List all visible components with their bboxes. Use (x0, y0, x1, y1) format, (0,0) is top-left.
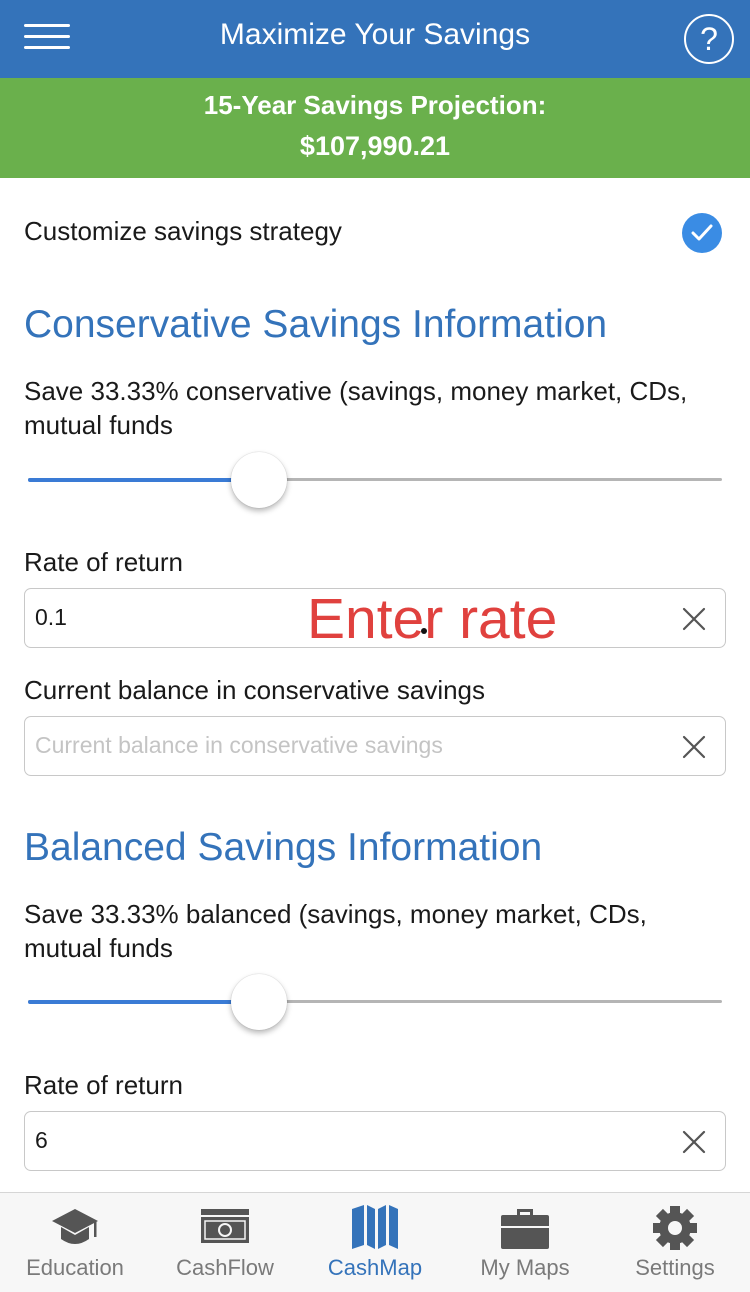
projection-banner: 15-Year Savings Projection: $107,990.21 (0, 78, 750, 178)
conservative-slider[interactable] (28, 450, 722, 510)
conservative-rate-label: Rate of return (24, 547, 183, 577)
slider-thumb[interactable] (231, 974, 287, 1030)
checkmark-icon[interactable] (682, 213, 722, 253)
enter-rate-annotation: Enter rate (307, 587, 558, 651)
app-header: Maximize Your Savings ? (0, 0, 750, 78)
balanced-rate-input[interactable] (35, 1112, 655, 1169)
customize-strategy-label: Customize savings strategy (24, 216, 342, 246)
balanced-section-title: Balanced Savings Information (24, 826, 543, 869)
projection-label: 15-Year Savings Projection: (203, 90, 547, 120)
tab-education[interactable]: Education (0, 1193, 150, 1292)
balanced-slider[interactable] (28, 972, 722, 1032)
tab-settings[interactable]: Settings (600, 1193, 750, 1292)
conservative-balance-field[interactable] (24, 716, 726, 776)
banknote-icon (201, 1209, 249, 1243)
bottom-tab-bar: Education CashFlow CashMap My Maps Setti… (0, 1192, 750, 1292)
graduation-cap-icon (52, 1209, 98, 1244)
gear-icon (653, 1206, 697, 1250)
slider-fill (28, 1000, 259, 1004)
tab-my-maps[interactable]: My Maps (450, 1193, 600, 1292)
tab-cashmap[interactable]: CashMap (300, 1193, 450, 1292)
briefcase-icon (501, 1209, 549, 1249)
clear-icon[interactable] (681, 606, 707, 632)
conservative-description: Save 33.33% conservative (savings, money… (24, 376, 688, 440)
customize-strategy-row[interactable]: Customize savings strategy (24, 212, 726, 253)
clear-icon[interactable] (681, 734, 707, 760)
map-icon (352, 1205, 398, 1249)
slider-fill (28, 478, 259, 482)
conservative-balance-label: Current balance in conservative savings (24, 675, 486, 705)
balanced-description: Save 33.33% balanced (savings, money mar… (24, 899, 647, 963)
projection-amount: $107,990.21 (299, 131, 451, 161)
balanced-rate-label: Rate of return (24, 1070, 183, 1100)
tab-cashflow[interactable]: CashFlow (150, 1193, 300, 1292)
help-icon[interactable]: ? (684, 14, 734, 64)
balanced-rate-field[interactable] (24, 1111, 726, 1171)
page-title: Maximize Your Savings (219, 18, 531, 51)
annotation-dot (421, 628, 427, 634)
slider-thumb[interactable] (231, 452, 287, 508)
clear-icon[interactable] (681, 1129, 707, 1155)
conservative-section-title: Conservative Savings Information (24, 303, 608, 346)
conservative-balance-input[interactable] (35, 717, 655, 774)
